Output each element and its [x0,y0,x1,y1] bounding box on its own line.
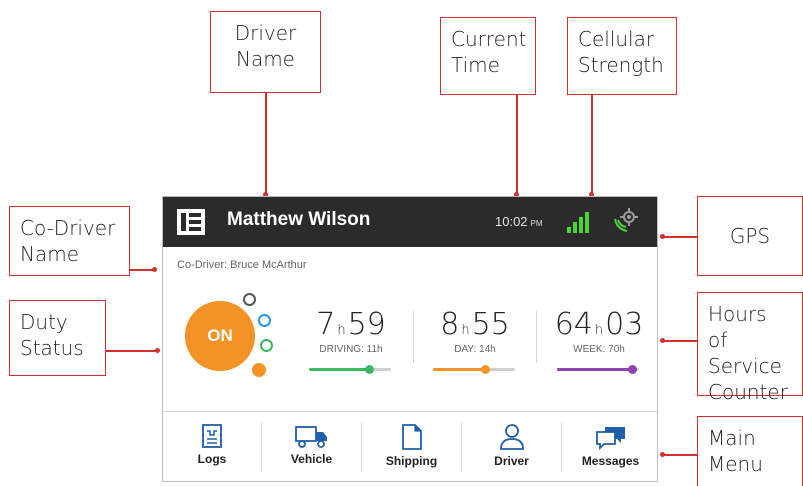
document-icon [401,424,422,450]
eld-device-screen: Matthew Wilson 10:02 PM Co-Driver: Bruce … [162,196,658,482]
driving-progress-knob [364,365,374,374]
gps-icon [614,208,638,232]
menu-shipping[interactable]: Shipping [362,412,461,482]
callout-main-menu: Main Menu [697,416,803,486]
current-time: 10:02 PM [495,214,543,229]
logs-icon [202,424,222,448]
day-progress-fill [433,368,486,371]
main-menu: Logs Vehicle Shipping Driver Messages [163,411,657,483]
am-pm-indicator: PM [530,219,543,228]
day-progress [433,365,515,374]
callout-gps: GPS [697,196,803,276]
callout-hours-of-service: Hours of Service Counter [697,292,803,404]
top-bar: Matthew Wilson 10:02 PM [163,197,657,247]
driving-counter: 7 h59 DRIVING: 11h [316,307,386,355]
callout-cellular-strength: Cellular Strength [567,17,677,95]
day-counter: 8 h55 DAY: 14h [440,307,510,355]
week-progress [557,365,639,374]
duty-status-button[interactable]: ON [185,301,255,371]
menu-messages[interactable]: Messages [562,412,659,482]
callout-current-time: Current Time [440,17,536,95]
duty-option-driving[interactable] [260,339,273,352]
eld-logo-icon [177,209,205,235]
duty-option-sleeper[interactable] [258,314,271,327]
driving-progress-fill [309,368,369,371]
week-counter: 64 h03 WEEK: 70h [554,307,644,355]
callout-duty-status: Duty Status [9,300,106,376]
week-progress-knob [628,365,638,374]
menu-logs[interactable]: Logs [163,412,261,482]
duty-option-off[interactable] [243,293,256,306]
truck-icon [294,426,327,448]
week-progress-fill [557,368,633,371]
driving-progress [309,365,391,374]
person-icon [499,424,524,450]
callout-driver-name: Driver Name [210,11,321,93]
day-progress-knob [481,365,491,374]
menu-driver[interactable]: Driver [462,412,561,482]
callout-co-driver-name: Co-Driver Name [9,206,130,276]
duty-option-on[interactable] [252,363,266,377]
menu-vehicle[interactable]: Vehicle [262,412,361,482]
co-driver-name: Co-Driver: Bruce McArthur [177,259,307,271]
driver-name: Matthew Wilson [227,209,371,230]
cellular-signal-icon [567,212,589,233]
chat-icon [595,427,625,450]
